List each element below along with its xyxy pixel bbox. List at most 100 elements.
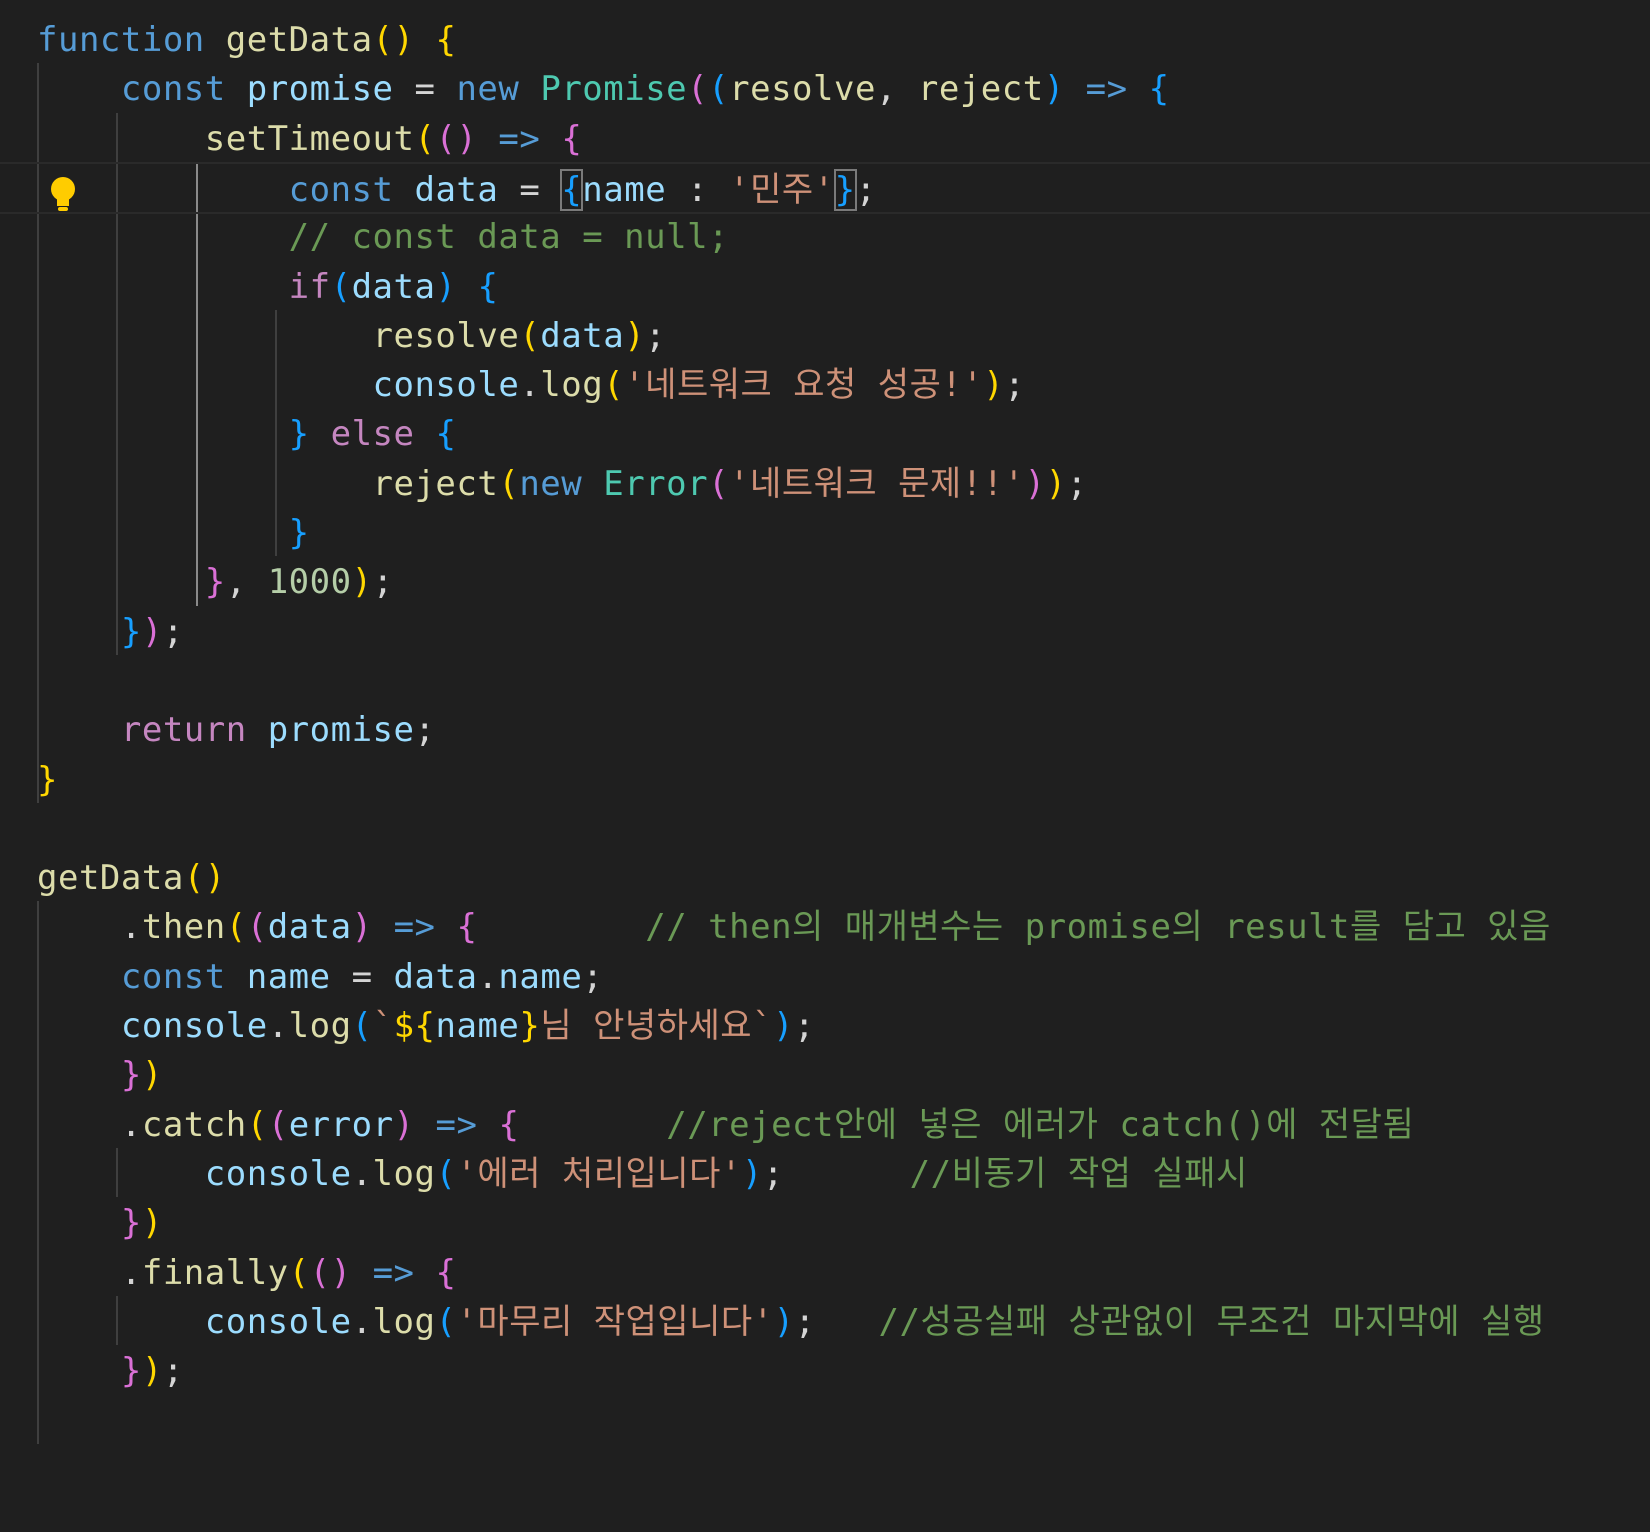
code-token: }: [120, 611, 142, 652]
code-token: ): [141, 1203, 163, 1244]
code-token: function: [37, 20, 205, 60]
code-line[interactable]: const promise = new Promise((resolve, re…: [0, 63, 1650, 115]
code-line[interactable]: } else {: [0, 408, 1650, 460]
code-line[interactable]: const data = {name : '민주'};: [0, 161, 1650, 214]
code-token: }: [288, 414, 310, 455]
code-text: getData(): [37, 852, 226, 904]
code-line[interactable]: console.log('에러 처리입니다'); //비동기 작업 실패시: [0, 1148, 1650, 1200]
code-token: .: [477, 956, 499, 997]
code-text: setTimeout(() => {: [37, 113, 582, 165]
code-line[interactable]: }: [0, 754, 1650, 806]
code-text: });: [37, 606, 184, 658]
code-text: } else {: [37, 408, 456, 460]
code-token: (: [687, 69, 709, 110]
code-line[interactable]: });: [0, 1345, 1650, 1397]
code-line[interactable]: const name = data.name;: [0, 951, 1650, 1003]
code-token: ;: [162, 1351, 184, 1392]
code-text: });: [37, 1345, 184, 1397]
code-line[interactable]: reject(new Error('네트워크 문제!!'));: [0, 458, 1650, 510]
code-token: .: [37, 907, 142, 948]
code-line[interactable]: // const data = null;: [0, 211, 1650, 263]
code-token: ): [773, 1006, 794, 1046]
code-token: data: [351, 266, 436, 307]
code-line[interactable]: }): [0, 1049, 1650, 1101]
code-token: log: [372, 1153, 436, 1194]
code-token: //비동기 작업 실패시: [909, 1153, 1248, 1194]
code-line[interactable]: [0, 655, 1650, 707]
code-token: name: [246, 956, 331, 997]
code-token: :: [666, 169, 730, 210]
code-text: resolve(data);: [37, 310, 666, 362]
code-text: .then((data) => { // then의 매개변수는 promise…: [37, 901, 1551, 953]
code-line[interactable]: .then((data) => { // then의 매개변수는 promise…: [0, 901, 1650, 953]
code-token: setTimeout: [204, 118, 415, 159]
code-token: ;: [1004, 365, 1026, 406]
code-line[interactable]: function getData() {: [0, 14, 1650, 66]
code-line[interactable]: }, 1000);: [0, 556, 1650, 608]
code-token: data: [414, 169, 499, 210]
code-token: error: [288, 1104, 394, 1145]
code-token: catch: [141, 1104, 247, 1145]
code-token: getData: [225, 20, 373, 60]
lightbulb-icon[interactable]: [46, 174, 80, 214]
code-text: }: [37, 507, 310, 559]
code-line[interactable]: .finally(() => {: [0, 1247, 1650, 1299]
code-line[interactable]: }: [0, 507, 1650, 559]
code-token: ): [435, 266, 457, 307]
code-token: (: [498, 463, 520, 504]
code-token: console: [120, 1006, 268, 1046]
code-token: {: [456, 907, 478, 948]
code-token: then: [141, 907, 226, 948]
code-token: console: [372, 365, 520, 406]
code-line[interactable]: if(data) {: [0, 261, 1650, 313]
code-token: data: [540, 315, 625, 356]
code-token: getData: [37, 858, 184, 899]
code-token: return: [120, 710, 247, 751]
code-token: //reject안에 넣은 에러가 catch()에 전달됨: [666, 1104, 1415, 1145]
code-token: reject: [372, 463, 499, 504]
code-token: ): [351, 562, 373, 603]
code-text: const name = data.name;: [37, 951, 603, 1003]
code-line[interactable]: .catch((error) => { //reject안에 넣은 에러가 ca…: [0, 1099, 1650, 1151]
code-token: }: [204, 562, 226, 603]
code-token: ): [351, 907, 373, 948]
code-text: // const data = null;: [37, 211, 729, 263]
code-token: if: [288, 266, 331, 307]
code-text: console.log('에러 처리입니다'); //비동기 작업 실패시: [37, 1148, 1248, 1200]
code-line[interactable]: console.log('네트워크 요청 성공!');: [0, 359, 1650, 411]
code-token: ${: [393, 1006, 436, 1046]
code-line[interactable]: [0, 803, 1650, 855]
code-token: data: [393, 956, 478, 997]
code-editor[interactable]: function getData() { const promise = new…: [0, 0, 1650, 1532]
code-token: ;: [762, 1153, 784, 1194]
code-token: ,: [875, 69, 918, 110]
code-token: (): [435, 118, 478, 159]
code-token: '네트워크 요청 성공!': [624, 365, 984, 406]
code-text: .catch((error) => { //reject안에 넣은 에러가 ca…: [37, 1099, 1414, 1151]
code-line[interactable]: });: [0, 606, 1650, 658]
code-text: const promise = new Promise((resolve, re…: [37, 63, 1170, 115]
code-line[interactable]: console.log('마무리 작업입니다'); //성공실패 상관없이 무조…: [0, 1296, 1650, 1348]
code-token: (: [414, 118, 436, 159]
code-line[interactable]: getData(): [0, 852, 1650, 904]
code-token: // const data = null;: [288, 217, 730, 258]
code-token: log: [372, 1301, 436, 1342]
code-token: data: [267, 907, 352, 948]
code-line[interactable]: resolve(data);: [0, 310, 1650, 362]
code-line[interactable]: }): [0, 1197, 1650, 1249]
code-line[interactable]: console.log(`${name}님 안녕하세요`);: [0, 1000, 1650, 1052]
code-token: const: [120, 69, 226, 110]
code-line[interactable]: setTimeout(() => {: [0, 113, 1650, 165]
code-line[interactable]: return promise;: [0, 704, 1650, 756]
